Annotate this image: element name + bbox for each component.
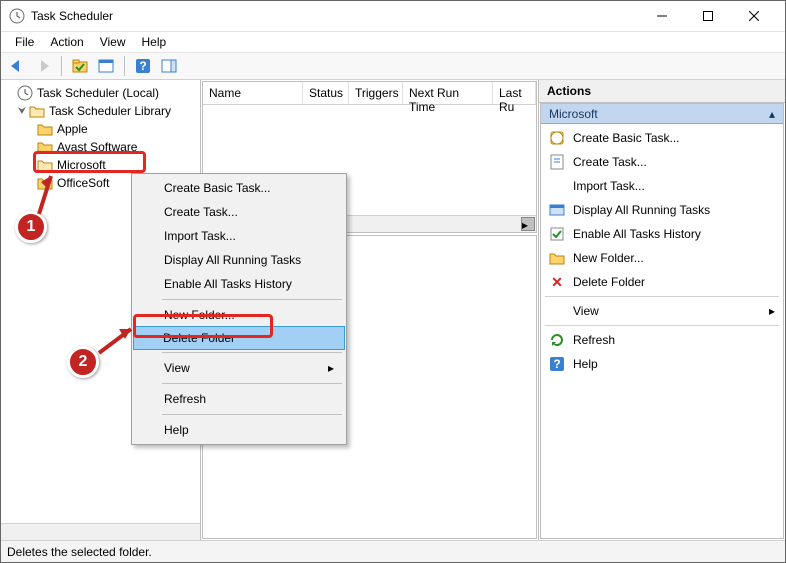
action-create-basic[interactable]: Create Basic Task... <box>541 126 783 150</box>
tree-library[interactable]: ⮟ Task Scheduler Library <box>13 102 200 120</box>
minimize-button[interactable] <box>639 1 685 31</box>
ctx-help[interactable]: Help <box>134 418 344 442</box>
action-help[interactable]: ?Help <box>541 352 783 376</box>
chevron-up-icon: ▴ <box>769 107 775 121</box>
chevron-right-icon: ▸ <box>769 304 775 318</box>
tree-scrollbar[interactable] <box>1 523 200 540</box>
menu-action[interactable]: Action <box>42 33 91 51</box>
toolbar: ? <box>1 52 785 80</box>
folder-open-icon <box>37 157 53 173</box>
col-triggers[interactable]: Triggers <box>349 82 403 104</box>
annotation-callout-2: 2 <box>67 346 99 378</box>
annotation-callout-1: 1 <box>15 211 47 243</box>
folder-icon <box>37 139 53 155</box>
ctx-delete-folder[interactable]: Delete Folder <box>133 326 345 350</box>
menu-help[interactable]: Help <box>134 33 175 51</box>
toolbar-folder-icon[interactable] <box>68 55 92 77</box>
clock-icon <box>9 8 25 24</box>
ctx-enable-history[interactable]: Enable All Tasks History <box>134 272 344 296</box>
window-title: Task Scheduler <box>31 9 639 23</box>
ctx-refresh[interactable]: Refresh <box>134 387 344 411</box>
titlebar: Task Scheduler <box>1 1 785 32</box>
maximize-button[interactable] <box>685 1 731 31</box>
action-new-folder[interactable]: New Folder... <box>541 246 783 270</box>
close-button[interactable] <box>731 1 777 31</box>
ctx-import-task[interactable]: Import Task... <box>134 224 344 248</box>
refresh-icon <box>549 332 565 348</box>
menu-file[interactable]: File <box>7 33 42 51</box>
menubar: File Action View Help <box>1 32 785 52</box>
chevron-right-icon: ▸ <box>328 361 334 375</box>
col-next[interactable]: Next Run Time <box>403 82 493 104</box>
tree-item-microsoft[interactable]: Microsoft <box>35 156 200 174</box>
ctx-view[interactable]: View▸ <box>134 356 344 380</box>
ctx-display-running[interactable]: Display All Running Tasks <box>134 248 344 272</box>
forward-button[interactable] <box>31 55 55 77</box>
context-menu: Create Basic Task... Create Task... Impo… <box>131 173 347 445</box>
folder-icon <box>37 121 53 137</box>
actions-pane: Actions Microsoft ▴ Create Basic Task...… <box>539 80 785 540</box>
toolbar-pane-icon[interactable] <box>157 55 181 77</box>
col-status[interactable]: Status <box>303 82 349 104</box>
col-name[interactable]: Name <box>203 82 303 104</box>
running-icon <box>549 202 565 218</box>
action-display-running[interactable]: Display All Running Tasks <box>541 198 783 222</box>
clock-icon <box>17 85 33 101</box>
folder-open-icon <box>29 103 45 119</box>
action-refresh[interactable]: Refresh <box>541 328 783 352</box>
back-button[interactable] <box>5 55 29 77</box>
ctx-create-task[interactable]: Create Task... <box>134 200 344 224</box>
actions-header: Actions <box>539 80 785 103</box>
action-enable-history[interactable]: Enable All Tasks History <box>541 222 783 246</box>
tree-item-apple[interactable]: Apple <box>35 120 200 138</box>
svg-text:?: ? <box>553 357 560 371</box>
actions-subheader[interactable]: Microsoft ▴ <box>541 104 783 124</box>
folder-icon <box>37 175 53 191</box>
folder-icon <box>549 250 565 266</box>
action-create-task[interactable]: Create Task... <box>541 150 783 174</box>
toolbar-props-icon[interactable] <box>94 55 118 77</box>
list-header: Name Status Triggers Next Run Time Last … <box>203 82 536 105</box>
ctx-create-basic[interactable]: Create Basic Task... <box>134 176 344 200</box>
task-icon <box>549 154 565 170</box>
statusbar: Deletes the selected folder. <box>1 540 785 562</box>
help-icon: ? <box>549 356 565 372</box>
toolbar-help-icon[interactable]: ? <box>131 55 155 77</box>
action-view[interactable]: View▸ <box>541 299 783 323</box>
tree-root[interactable]: Task Scheduler (Local) <box>1 84 200 102</box>
ctx-new-folder[interactable]: New Folder... <box>134 303 344 327</box>
action-delete-folder[interactable]: ✕Delete Folder <box>541 270 783 294</box>
enable-icon <box>549 226 565 242</box>
action-import-task[interactable]: Import Task... <box>541 174 783 198</box>
status-text: Deletes the selected folder. <box>7 545 152 559</box>
svg-text:?: ? <box>139 59 146 73</box>
clock-icon <box>549 130 565 146</box>
delete-icon: ✕ <box>549 274 565 290</box>
col-last[interactable]: Last Ru <box>493 82 536 104</box>
menu-view[interactable]: View <box>92 33 134 51</box>
tree-item-avast[interactable]: Avast Software <box>35 138 200 156</box>
